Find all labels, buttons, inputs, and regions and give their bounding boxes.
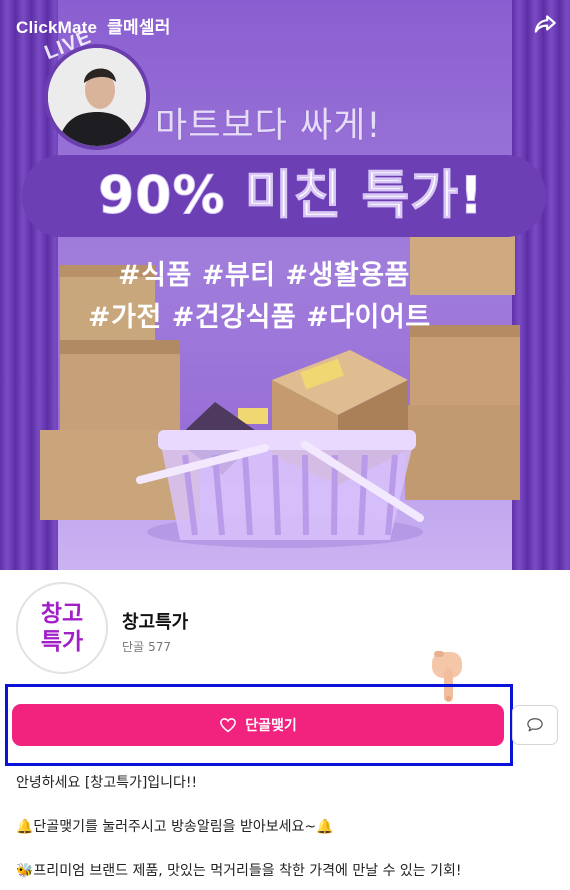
subscriber-label: 단골 xyxy=(122,640,145,654)
shop-name[interactable]: 창고특가 xyxy=(122,608,188,634)
chat-bubble-icon xyxy=(527,718,543,732)
host-photo xyxy=(48,48,146,146)
hashtags-line-1: #식품 #뷰티 #생활용품 xyxy=(118,260,410,291)
chat-button[interactable] xyxy=(512,705,558,745)
subscribe-button[interactable]: 단골맺기 xyxy=(12,704,504,746)
live-banner[interactable]: ClickMate 클메셀러 LIVE 마트보다 싸게! 90% 미친 특가! #… xyxy=(0,0,570,570)
description-line-3: 🐝프리미엄 브랜드 제품, 맛있는 먹거리들을 착한 가격에 만날 수 있는 기… xyxy=(16,863,462,879)
description-line-2: 🔔단골맺기를 눌러주시고 방송알림을 받아보세요~🔔 xyxy=(16,819,334,835)
hashtags-line-2: #가전 #건강식품 #다이어트 xyxy=(88,302,431,333)
brand-name-kr: 클메셀러 xyxy=(107,18,171,38)
subscribe-label: 단골맺기 xyxy=(245,717,297,733)
headline-subtitle: 마트보다 싸게! xyxy=(155,106,382,146)
headline-title: 90% 미친 특가! xyxy=(98,166,484,227)
description-line-1: 안녕하세요 [창고특가]입니다!! xyxy=(16,775,198,791)
heart-icon xyxy=(220,718,237,733)
shop-logo-text: 창고특가 xyxy=(40,601,84,655)
shop-logo[interactable]: 창고특가 xyxy=(16,582,108,674)
subscriber-count: 단골 577 xyxy=(122,638,171,655)
share-icon[interactable] xyxy=(532,11,558,37)
brand-title: ClickMate 클메셀러 xyxy=(16,13,171,38)
subscriber-number: 577 xyxy=(148,640,171,654)
